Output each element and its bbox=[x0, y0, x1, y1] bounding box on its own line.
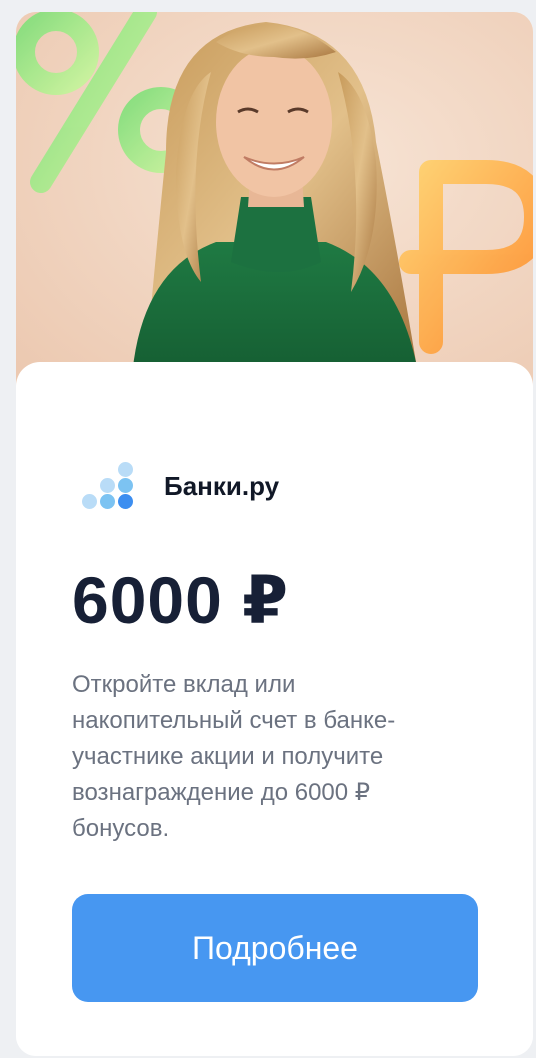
promo-content: Банки.ру 6000 ₽ Откройте вклад или накоп… bbox=[16, 362, 533, 1056]
promo-hero-image bbox=[16, 12, 533, 392]
details-button[interactable]: Подробнее bbox=[72, 894, 478, 1002]
offer-description: Откройте вклад или накопительный счет в … bbox=[72, 671, 396, 842]
brand-name: Банки.ру bbox=[164, 470, 280, 501]
brand: Банки.ру bbox=[82, 462, 279, 510]
banki-ru-logo-icon bbox=[82, 458, 138, 514]
promo-card[interactable]: Банки.ру 6000 ₽ Откройте вклад или накоп… bbox=[16, 12, 533, 1056]
bonus-amount: 6000 ₽ bbox=[72, 563, 290, 637]
